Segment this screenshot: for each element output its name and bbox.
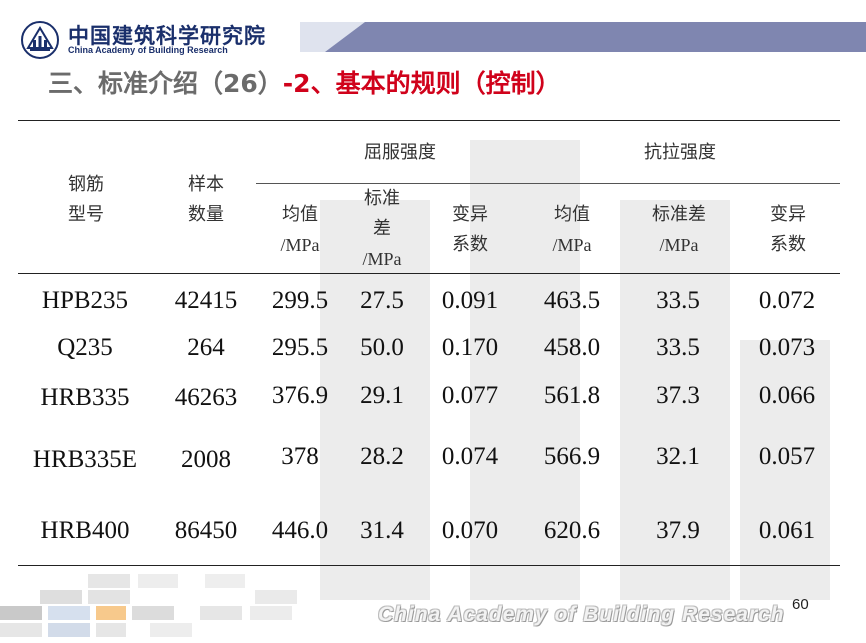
header-stripe-dark [325,22,866,52]
cell-tensile-cv: 0.073 [758,334,816,361]
cell-tensile-mean: 561.8 [543,382,601,409]
cell-tensile-std: 33.5 [656,334,700,361]
cell-sample-count: 42415 [174,287,238,314]
cell-tensile-mean: 458.0 [543,334,601,361]
table-header-rule [18,273,840,274]
cell-tensile-mean: 620.6 [543,517,601,544]
cell-steel-type: HRB400 [40,517,130,544]
slide-title-section: 三、标准介绍（26） [48,69,283,98]
cell-yield-std: 50.0 [360,334,404,361]
slide-title-topic: -2、基本的规则（控制） [282,69,561,98]
cell-sample-count: 86450 [174,517,238,544]
cell-yield-cv: 0.070 [441,517,499,544]
header-tensile-mean: 均值/MPa [552,204,592,255]
org-logo-icon [20,20,60,60]
table-bottom-rule [18,565,840,566]
header-yield-mean: 均值/MPa [280,204,320,255]
cell-sample-count: 2008 [181,446,231,473]
cell-tensile-std: 33.5 [656,287,700,314]
header-yield-std: 标准差/MPa [362,188,402,269]
cell-yield-std: 28.2 [360,443,404,470]
page-number: 60 [792,596,809,613]
cell-tensile-mean: 463.5 [543,287,601,314]
cell-yield-mean: 446.0 [271,517,329,544]
cell-tensile-cv: 0.072 [758,287,816,314]
cell-steel-type: HRB335 [40,384,130,411]
cell-yield-mean: 376.9 [271,382,329,409]
cell-tensile-std: 37.9 [656,517,700,544]
cell-yield-cv: 0.170 [441,334,499,361]
cell-steel-type: HPB235 [41,287,129,314]
cell-yield-cv: 0.091 [441,287,499,314]
cell-sample-count: 264 [187,334,225,361]
footer-org-name: China Academy of Building Research [378,603,785,626]
cell-yield-std: 31.4 [360,517,404,544]
footer-decoration [0,570,320,643]
cell-sample-count: 46263 [174,384,238,411]
header-tensile-strength: 抗拉强度 [644,142,716,163]
cell-yield-cv: 0.077 [441,382,499,409]
cell-tensile-cv: 0.066 [758,382,816,409]
header-yield-cv: 变异 系数 [452,204,488,255]
cell-yield-std: 29.1 [360,382,404,409]
cell-yield-mean: 295.5 [271,334,329,361]
cell-yield-cv: 0.074 [441,443,499,470]
header-yield-strength: 屈服强度 [364,142,436,163]
header-sample-count: 样本 数量 [188,174,224,225]
cell-yield-std: 27.5 [360,287,404,314]
cell-tensile-cv: 0.061 [758,517,816,544]
header-steel-type: 钢筋 型号 [68,174,104,225]
table-top-rule [18,120,840,121]
slide-title: 三、标准介绍（26）-2、基本的规则（控制） [48,64,561,100]
cell-yield-mean: 378 [281,443,319,470]
header-tensile-std: 标准差/MPa [652,204,706,255]
cell-tensile-std: 37.3 [656,382,700,409]
cell-yield-mean: 299.5 [271,287,329,314]
cell-tensile-cv: 0.057 [758,443,816,470]
cell-tensile-std: 32.1 [656,443,700,470]
header-tensile-cv: 变异 系数 [770,204,806,255]
cell-tensile-mean: 566.9 [543,443,601,470]
org-name-en: China Academy of Building Research [68,45,228,55]
cell-steel-type: Q235 [57,334,113,361]
cell-steel-type: HRB335E [32,446,138,473]
